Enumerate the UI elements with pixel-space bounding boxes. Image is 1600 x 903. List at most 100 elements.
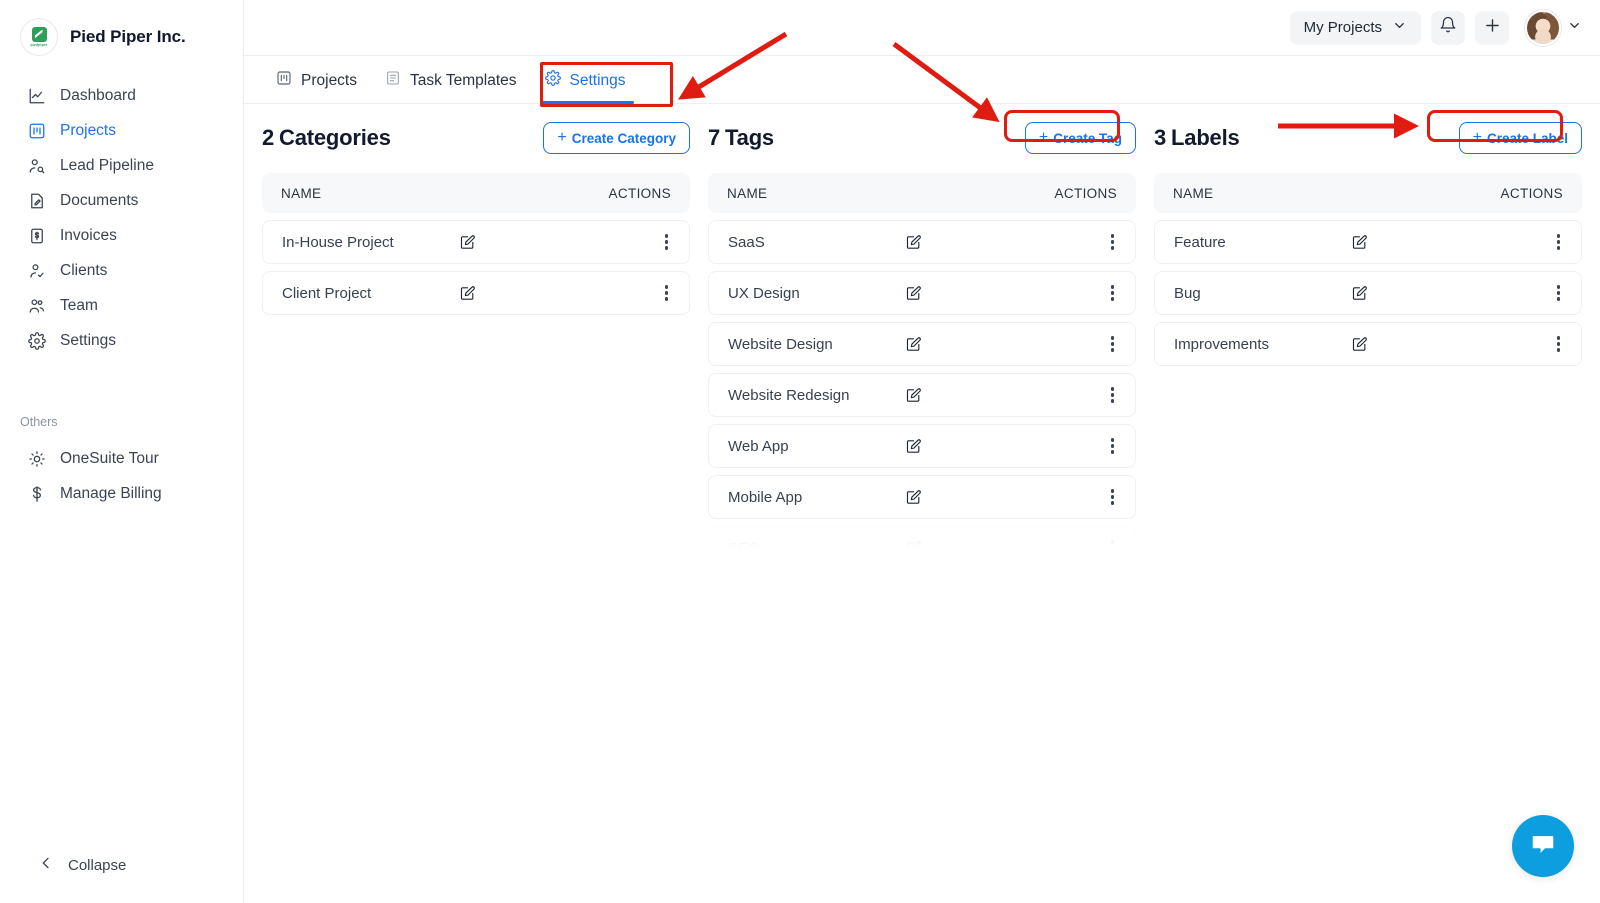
- edit-pencil-square-icon[interactable]: [1351, 336, 1368, 353]
- collapse-sidebar-button[interactable]: Collapse: [0, 855, 243, 875]
- table-row[interactable]: Improvements: [1154, 322, 1582, 366]
- table-row[interactable]: Mobile App: [708, 475, 1136, 519]
- table-row[interactable]: In-House Project: [262, 220, 690, 264]
- sidebar-item-projects[interactable]: Projects: [0, 113, 243, 148]
- tab-projects[interactable]: Projects: [262, 70, 371, 103]
- document-edit-icon: [27, 191, 46, 210]
- kebab-menu-icon[interactable]: [1109, 230, 1116, 253]
- list-icon: [385, 70, 401, 91]
- kebab-menu-icon[interactable]: [1109, 281, 1116, 304]
- plus-icon: +: [557, 129, 567, 146]
- kebab-menu-icon[interactable]: [1109, 383, 1116, 406]
- user-menu[interactable]: [1525, 9, 1582, 46]
- kebab-menu-icon[interactable]: [663, 281, 670, 304]
- kebab-menu-icon[interactable]: [1555, 281, 1562, 304]
- sidebar-item-settings[interactable]: Settings: [0, 323, 243, 358]
- kebab-menu-icon[interactable]: [1555, 332, 1562, 355]
- table-header: NAME ACTIONS: [708, 173, 1136, 213]
- sidebar-item-label: Lead Pipeline: [60, 156, 154, 174]
- kebab-menu-icon[interactable]: [1109, 485, 1116, 508]
- tab-settings[interactable]: Settings: [531, 70, 640, 104]
- sidebar-item-label: Settings: [60, 331, 117, 349]
- row-name: Website Redesign: [728, 386, 850, 404]
- table-row[interactable]: Bug: [1154, 271, 1582, 315]
- row-name: Bug: [1174, 284, 1201, 302]
- sidebar-item-lead-pipeline[interactable]: Lead Pipeline: [0, 148, 243, 183]
- sidebar-item-label: Clients: [60, 261, 108, 279]
- table-row[interactable]: Website Design: [708, 322, 1136, 366]
- add-button[interactable]: [1475, 10, 1509, 45]
- chevron-left-icon: [38, 855, 54, 875]
- sidebar-item-label: Dashboard: [60, 86, 136, 104]
- app-root: piedpiper Pied Piper Inc. Dashboard Proj…: [0, 0, 1600, 903]
- notifications-button[interactable]: [1431, 10, 1465, 45]
- table-row[interactable]: Feature: [1154, 220, 1582, 264]
- kebab-menu-icon[interactable]: [1109, 536, 1116, 558]
- table-row[interactable]: Web App: [708, 424, 1136, 468]
- categories-column: 2 Categories + Create Category NAME ACTIO…: [262, 120, 690, 558]
- edit-pencil-square-icon[interactable]: [905, 489, 922, 506]
- row-name: SaaS: [728, 233, 765, 251]
- tags-table: NAME ACTIONS SaaS UX Design Website Desi…: [708, 173, 1136, 558]
- create-label-button[interactable]: + Create Label: [1458, 122, 1582, 154]
- chart-line-icon: [27, 86, 46, 105]
- edit-pencil-square-icon[interactable]: [1351, 285, 1368, 302]
- edit-pencil-square-icon[interactable]: [905, 540, 922, 557]
- sidebar-item-dashboard[interactable]: Dashboard: [0, 78, 243, 113]
- sidebar-item-invoices[interactable]: Invoices: [0, 218, 243, 253]
- edit-pencil-square-icon[interactable]: [1351, 234, 1368, 251]
- categories-title: 2 Categories: [262, 125, 391, 151]
- sidebar-item-onesuite-tour[interactable]: OneSuite Tour: [0, 441, 243, 476]
- create-tag-button[interactable]: + Create Tag: [1024, 122, 1136, 154]
- edit-pencil-square-icon[interactable]: [905, 234, 922, 251]
- edit-pencil-square-icon[interactable]: [905, 336, 922, 353]
- chat-bubble-icon: [1529, 830, 1557, 863]
- edit-pencil-square-icon[interactable]: [905, 438, 922, 455]
- create-category-button[interactable]: + Create Category: [543, 122, 690, 154]
- project-selector[interactable]: My Projects: [1289, 10, 1421, 45]
- kebab-menu-icon[interactable]: [1109, 332, 1116, 355]
- row-name: Mobile App: [728, 488, 803, 506]
- table-row[interactable]: SaaS: [708, 220, 1136, 264]
- invoice-icon: [27, 226, 46, 245]
- topbar: My Projects: [244, 0, 1600, 56]
- categories-header: 2 Categories + Create Category: [262, 120, 690, 156]
- sidebar-item-documents[interactable]: Documents: [0, 183, 243, 218]
- sidebar-item-manage-billing[interactable]: Manage Billing: [0, 476, 243, 511]
- labels-label: Labels: [1171, 125, 1240, 150]
- table-row[interactable]: Website Redesign: [708, 373, 1136, 417]
- sidebar-item-label: OneSuite Tour: [60, 449, 159, 467]
- kebab-menu-icon[interactable]: [663, 230, 670, 253]
- tab-task-templates[interactable]: Task Templates: [371, 70, 531, 103]
- chat-support-button[interactable]: [1512, 815, 1574, 877]
- piedpiper-logo-icon: piedpiper: [20, 18, 58, 56]
- categories-label: Categories: [279, 125, 391, 150]
- kebab-menu-icon[interactable]: [1555, 230, 1562, 253]
- settings-tabs: Projects Task Templates Settings: [244, 56, 1600, 104]
- table-row[interactable]: SEO: [708, 526, 1136, 558]
- chevron-down-icon: [1392, 18, 1407, 37]
- categories-count: 2: [262, 125, 275, 150]
- kanban-board-icon: [27, 121, 46, 140]
- edit-pencil-square-icon[interactable]: [459, 285, 476, 302]
- labels-header: 3 Labels + Create Label: [1154, 120, 1582, 156]
- sidebar-nav: Dashboard Projects Lead Pipeline Documen…: [0, 78, 243, 358]
- main-content: My Projects Projects Task Templates Sett…: [244, 0, 1600, 903]
- row-name: In-House Project: [282, 233, 394, 251]
- table-row[interactable]: UX Design: [708, 271, 1136, 315]
- gear-icon: [27, 331, 46, 350]
- tags-label: Tags: [725, 125, 774, 150]
- sidebar-item-label: Team: [60, 296, 98, 314]
- table-row[interactable]: Client Project: [262, 271, 690, 315]
- brand-name: Pied Piper Inc.: [70, 27, 186, 46]
- brand[interactable]: piedpiper Pied Piper Inc.: [0, 0, 243, 60]
- row-name: UX Design: [728, 284, 800, 302]
- sidebar-item-clients[interactable]: Clients: [0, 253, 243, 288]
- kebab-menu-icon[interactable]: [1109, 434, 1116, 457]
- edit-pencil-square-icon[interactable]: [905, 285, 922, 302]
- sidebar-item-team[interactable]: Team: [0, 288, 243, 323]
- edit-pencil-square-icon[interactable]: [459, 234, 476, 251]
- edit-pencil-square-icon[interactable]: [905, 387, 922, 404]
- sidebar-item-label: Projects: [60, 121, 116, 139]
- avatar: [1525, 9, 1561, 46]
